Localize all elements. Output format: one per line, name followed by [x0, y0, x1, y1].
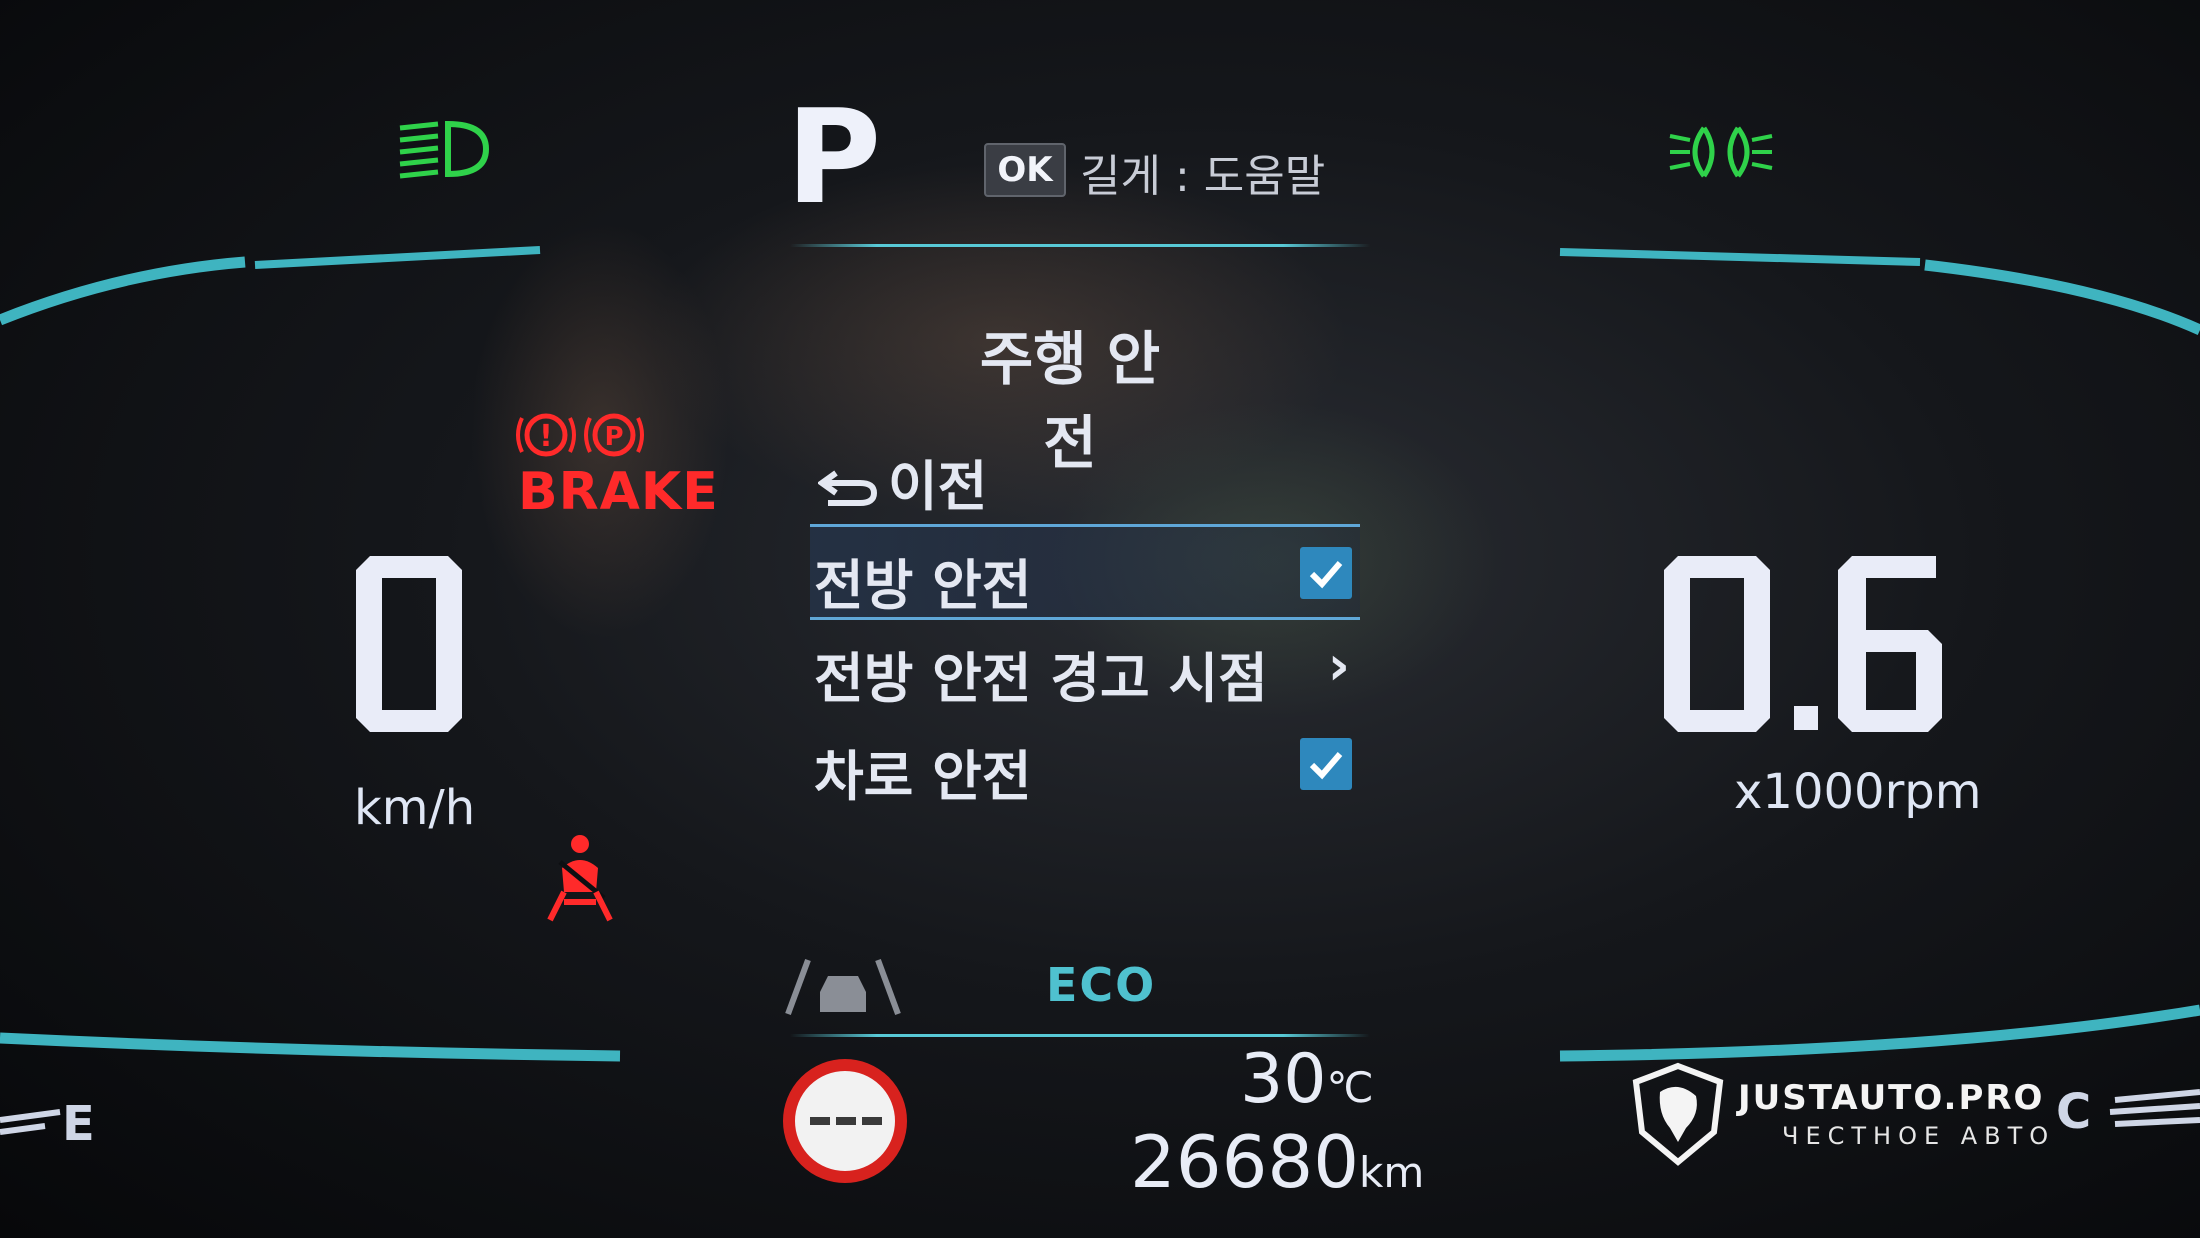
temperature-value: 30 [1240, 1040, 1327, 1119]
menu-title: 주행 안전 [979, 325, 1161, 477]
outside-temperature: 30℃ [1240, 1040, 1374, 1119]
parking-brake-icon: P [584, 413, 644, 457]
lane-safety-checkbox[interactable] [1300, 738, 1352, 790]
ok-button-badge: OK [984, 143, 1066, 197]
checkmark-icon [1309, 561, 1343, 589]
header-divider [790, 244, 1370, 247]
speed-digit [356, 556, 462, 732]
back-label: 이전 [888, 455, 988, 518]
watermark-brand: JUSTAUTO.PRO [1738, 1078, 2045, 1118]
lion-logo-icon [1632, 1062, 1724, 1166]
seatbelt-icon [547, 835, 613, 922]
help-hint-text: 길게 : 도움말 [1080, 151, 1326, 202]
svg-text:P: P [604, 422, 623, 452]
menu-item-forward-safety[interactable]: 전방 안전 [810, 524, 1360, 620]
back-arrow-icon [816, 470, 878, 506]
forward-safety-checkbox[interactable] [1300, 547, 1352, 599]
watermark-tagline: ЧЕСТНОЕ АВТО [1782, 1122, 2056, 1150]
fog-light-icon [1669, 126, 1773, 178]
brake-warning-icon: ! [516, 413, 576, 457]
menu-item-label: 차로 안전 [814, 745, 1032, 808]
brake-label: BRAKE [518, 462, 719, 522]
footer-divider [790, 1034, 1370, 1037]
low-beam-icon [399, 120, 490, 179]
gear-indicator: P [786, 81, 882, 233]
tach-unit: x1000rpm [1734, 764, 1982, 820]
odometer-unit: km [1359, 1148, 1425, 1197]
menu-item-label: 전방 안전 경고 시점 [814, 647, 1268, 710]
menu-back-item[interactable]: 이전 [816, 442, 988, 521]
menu-item-lane-safety[interactable]: 차로 안전 [810, 718, 1360, 808]
tach-digits [1664, 556, 1942, 732]
speed-limit-sign-icon [783, 1059, 907, 1183]
odometer-value: 26680 [1130, 1120, 1360, 1204]
fuel-gauge-empty-label: E [62, 1096, 95, 1152]
temperature-unit: ℃ [1326, 1063, 1374, 1112]
temp-gauge-cold-label: C [2056, 1084, 2092, 1140]
odometer: 26680km [1130, 1120, 1424, 1204]
chevron-right-icon: › [1327, 634, 1350, 697]
drive-mode-indicator: ECO [1046, 958, 1157, 1012]
lane-assist-icon [785, 958, 901, 1016]
menu-item-label: 전방 안전 [814, 554, 1032, 617]
speed-unit: km/h [354, 780, 476, 836]
menu-item-forward-warning-timing[interactable]: 전방 안전 경고 시점 › [810, 620, 1360, 710]
checkmark-icon [1309, 752, 1343, 780]
svg-text:!: ! [539, 419, 553, 454]
